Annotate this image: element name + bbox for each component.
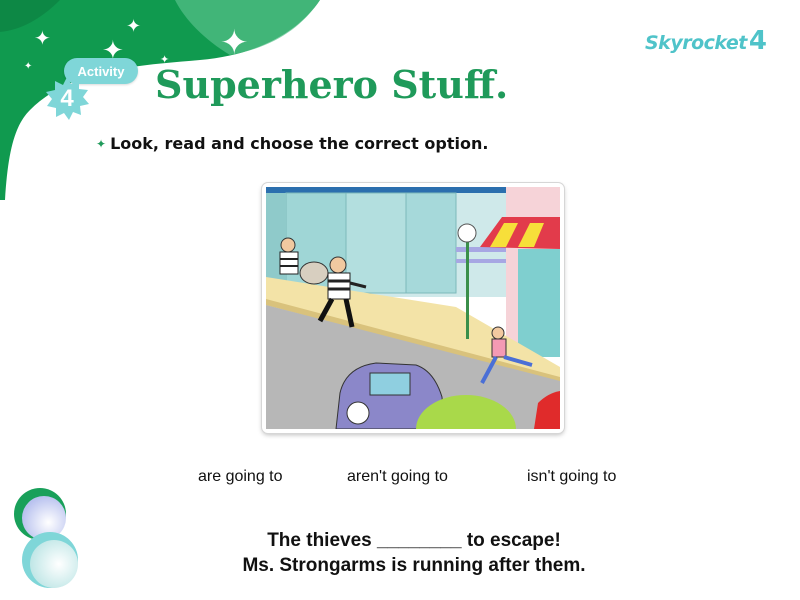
option-isnt-going-to[interactable]: isn't going to <box>527 468 616 486</box>
option-arent-going-to[interactable]: aren't going to <box>347 468 448 486</box>
instruction-text: Look, read and choose the correct option… <box>110 134 489 153</box>
decorative-circles <box>14 488 78 588</box>
skyrocket-logo: Skyrocket4 <box>645 26 767 56</box>
activity-number-badge: 4 <box>44 76 90 122</box>
page-title: Superhero Stuff. <box>155 62 509 107</box>
sparkle-icon: ✦ <box>34 26 51 50</box>
activity-number: 4 <box>60 85 74 112</box>
sparkle-icon: ✦ <box>126 16 142 37</box>
option-are-going-to[interactable]: are going to <box>198 468 283 486</box>
logo-number: 4 <box>748 26 767 56</box>
star-bullet-icon: ✦ <box>96 136 107 151</box>
logo-text: Skyrocket <box>645 32 747 54</box>
sentence-line-1: The thieves ________ to escape! <box>267 530 561 551</box>
sentence-line-2: Ms. Strongarms is running after them. <box>242 555 586 576</box>
sparkle-icon: ✦ <box>24 61 33 72</box>
sparkle-icon: ✦ <box>220 23 249 63</box>
instruction: ✦ Look, read and choose the correct opti… <box>96 134 488 153</box>
scene-illustration <box>262 183 564 433</box>
street-scene <box>266 187 560 429</box>
